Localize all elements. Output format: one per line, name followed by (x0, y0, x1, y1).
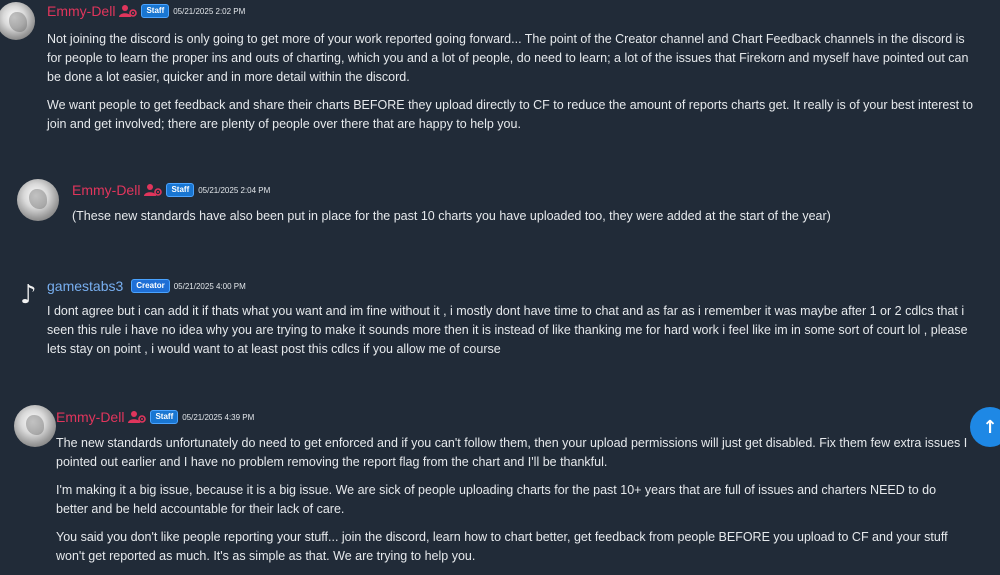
user-avatar[interactable] (14, 405, 56, 447)
staff-user-icon (128, 410, 147, 424)
comment-paragraph: I dont agree but i can add it if thats w… (47, 304, 968, 356)
comment-body: I dont agree but i can add it if thats w… (47, 302, 972, 368)
user-avatar[interactable] (0, 2, 35, 40)
staff-badge: Staff (166, 183, 195, 197)
music-note-avatar-icon[interactable]: ♪ (20, 278, 37, 312)
username[interactable]: Emmy-Dell (56, 409, 124, 425)
comment-body: Not joining the discord is only going to… (47, 30, 977, 143)
timestamp: 05/21/2025 4:39 PM (182, 412, 255, 422)
creator-badge: Creator (131, 279, 170, 293)
user-avatar[interactable] (17, 179, 59, 221)
comment-paragraph: I'm making it a big issue, because it is… (56, 483, 937, 516)
comment-paragraph: We want people to get feedback and share… (47, 98, 973, 131)
username[interactable]: Emmy-Dell (47, 3, 115, 19)
timestamp: 05/21/2025 4:00 PM (173, 281, 246, 291)
staff-badge: Staff (150, 410, 179, 424)
staff-user-icon (119, 4, 138, 18)
comment-paragraph: You said you don't like people reporting… (56, 530, 948, 563)
comment-paragraph: (These new standards have also been put … (72, 209, 831, 223)
comment-paragraph: The new standards unfortunately do need … (56, 436, 968, 469)
username[interactable]: Emmy-Dell (72, 182, 140, 198)
comment-body: (These new standards have also been put … (72, 207, 972, 235)
username[interactable]: gamestabs3 (47, 278, 123, 294)
staff-badge: Staff (141, 4, 170, 18)
comment-paragraph: Not joining the discord is only going to… (47, 32, 969, 84)
scroll-to-top-button[interactable]: ↑ (970, 407, 1000, 447)
timestamp: 05/21/2025 2:04 PM (198, 185, 271, 195)
timestamp: 05/21/2025 2:02 PM (173, 6, 246, 16)
staff-user-icon (144, 183, 163, 197)
arrow-up-icon: ↑ (982, 416, 998, 438)
